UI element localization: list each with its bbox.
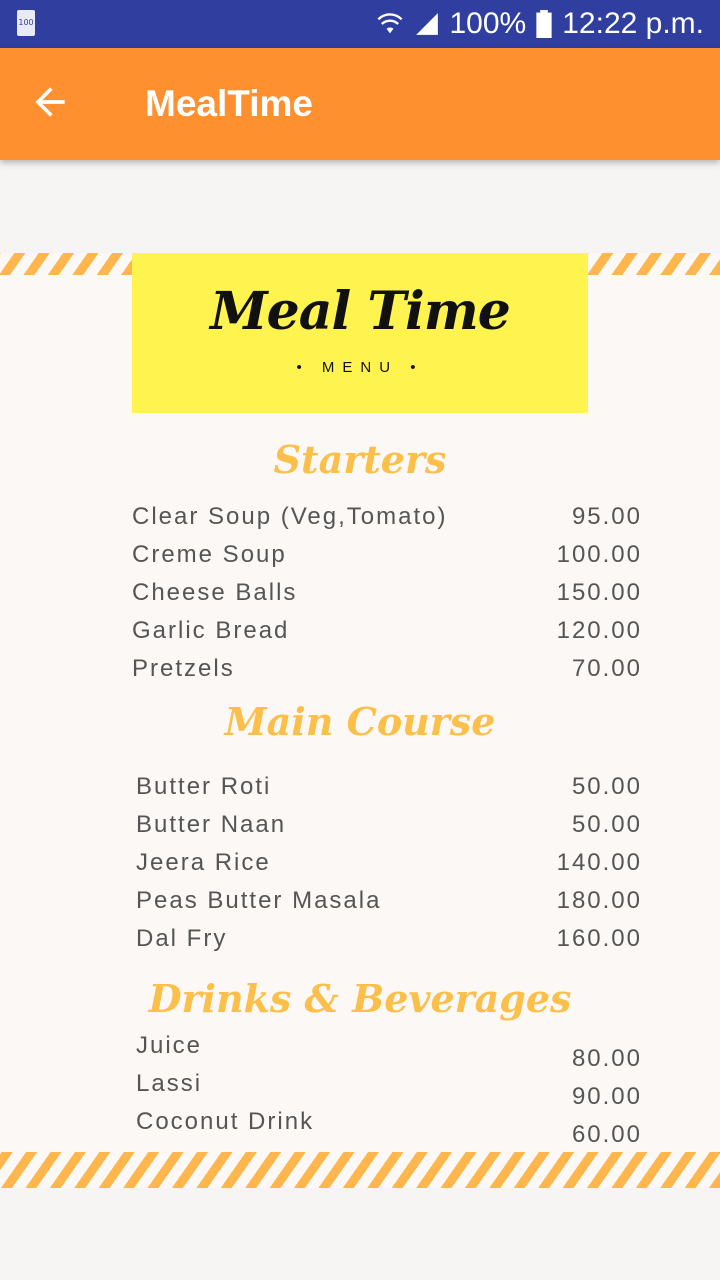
menu-logo: Meal Time • MENU • [132,253,588,413]
item-name: Coconut Drink [136,1108,315,1135]
top-stripe-right [588,253,720,275]
menu-item-price-row: 60.00 [500,1121,642,1159]
item-name: Peas Butter Masala [136,887,382,914]
item-name: Lassi [136,1070,203,1097]
menu-item-price-row: 90.00 [500,1083,642,1121]
item-name: Dal Fry [136,925,228,952]
wifi-icon [377,13,402,34]
app-title: MealTime [145,83,313,124]
app-bar: MealTime [0,48,720,160]
top-stripe-left [0,253,132,275]
back-button[interactable] [28,80,72,124]
status-right: 100% 12:22 p.m. [376,0,704,48]
item-price: 140.00 [556,849,642,876]
item-price: 90.00 [571,1083,642,1110]
item-price: 60.00 [571,1121,642,1148]
item-price: 50.00 [571,811,642,838]
item-name: Juice [136,1032,203,1059]
item-price: 150.00 [556,579,642,606]
item-name: Jeera Rice [136,849,271,876]
item-price: 50.00 [571,773,642,800]
menu-item: Clear Soup (Veg,Tomato) 95.00 [132,503,642,541]
menu-item: Dal Fry 160.00 [136,925,642,963]
item-price: 180.00 [556,887,642,914]
section-title-main-course: Main Course [224,699,496,744]
item-name: Butter Naan [136,811,287,838]
item-name: Pretzels [132,655,235,682]
menu-item-name-row: Juice [136,1032,436,1070]
logo-subtitle: • MENU • [296,359,424,376]
menu-item: Pretzels 70.00 [132,655,642,693]
menu-item: Butter Naan 50.00 [136,811,642,849]
logo-title: Meal Time [210,281,511,342]
menu-item-name-row: Lassi [136,1070,436,1108]
menu-item: Peas Butter Masala 180.00 [136,887,642,925]
item-price: 120.00 [556,617,642,644]
item-name: Clear Soup (Veg,Tomato) [132,503,448,530]
battery-percent: 100% [449,7,527,40]
menu-item: Creme Soup 100.00 [132,541,642,579]
section-title-drinks: Drinks & Beverages [148,976,572,1021]
menu-item: Cheese Balls 150.00 [132,579,642,617]
signal-icon [415,13,438,35]
menu-item: Butter Roti 50.00 [136,773,642,811]
item-name: Creme Soup [132,541,287,568]
item-price: 95.00 [571,503,642,530]
menu-item: Garlic Bread 120.00 [132,617,642,655]
item-name: Butter Roti [136,773,272,800]
section-title-starters: Starters [273,437,447,482]
battery-icon: 100 [17,10,35,36]
clock: 12:22 p.m. [562,7,704,40]
arrow-left-icon [35,87,65,117]
menu-item: Jeera Rice 140.00 [136,849,642,887]
item-name: Garlic Bread [132,617,290,644]
menu-item-name-row: Coconut Drink [136,1108,436,1146]
status-bar: 100 100% 12:22 p.m. [0,0,720,48]
item-price: 70.00 [571,655,642,682]
item-price: 80.00 [571,1045,642,1072]
item-name: Cheese Balls [132,579,298,606]
menu-item-price-row: 80.00 [500,1045,642,1083]
battery-full-icon [536,10,552,38]
battery-small-label: 100 [18,18,34,27]
item-price: 160.00 [556,925,642,952]
item-price: 100.00 [556,541,642,568]
